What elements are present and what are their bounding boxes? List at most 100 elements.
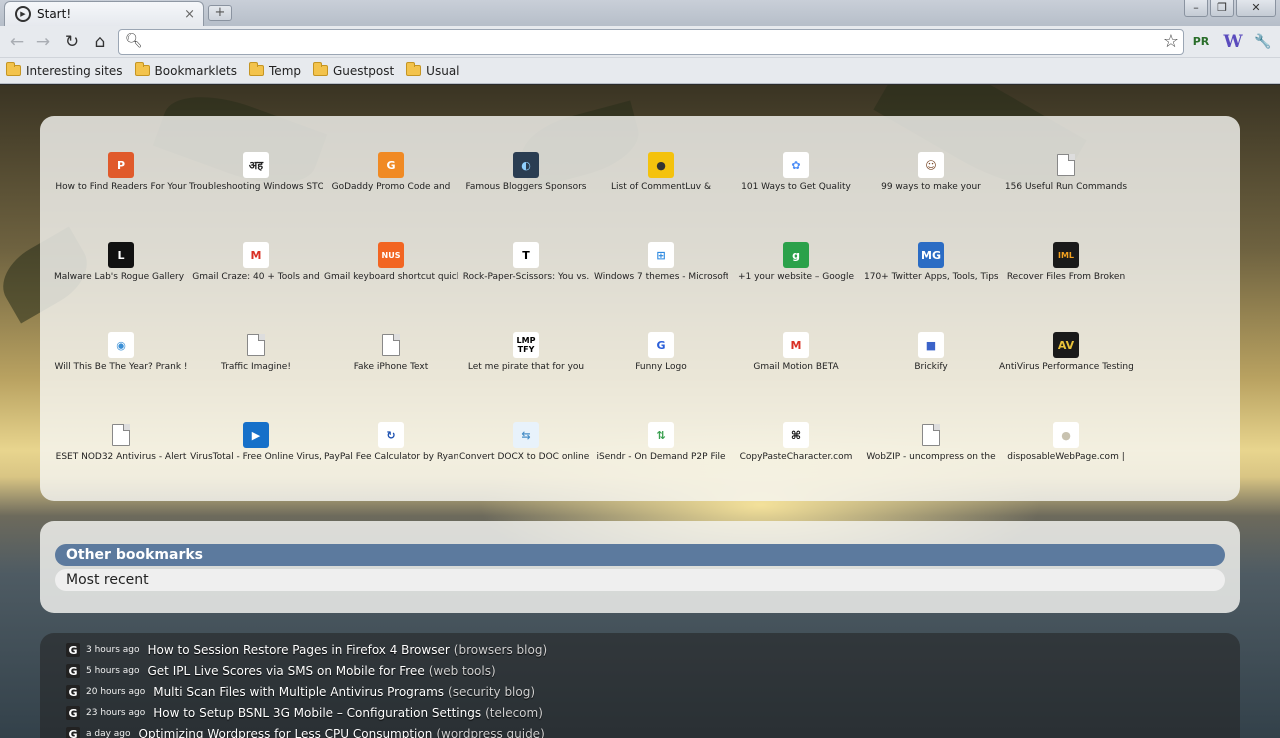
- feed-time: 20 hours ago: [86, 687, 146, 697]
- document-icon: [108, 422, 134, 448]
- most-visited-tile[interactable]: M Gmail Craze: 40 + Tools and: [189, 242, 323, 302]
- folder-icon: [406, 62, 422, 76]
- feed-title-link[interactable]: How to Setup BSNL 3G Mobile – Configurat…: [153, 706, 481, 720]
- tile-label: 170+ Twitter Apps, Tools, Tips: [864, 272, 998, 282]
- feed-item[interactable]: G 5 hours ago Get IPL Live Scores via SMS …: [66, 662, 496, 680]
- most-visited-tile[interactable]: ◐ Famous Bloggers Sponsors: [459, 152, 593, 212]
- tile-label: CopyPasteCharacter.com: [739, 452, 853, 462]
- most-visited-tile[interactable]: ✿ 101 Ways to Get Quality: [729, 152, 863, 212]
- most-visited-tile[interactable]: Fake iPhone Text: [324, 332, 458, 392]
- document-icon: [378, 332, 404, 358]
- restore-button[interactable]: ❐: [1210, 0, 1234, 17]
- w-extension-button[interactable]: W: [1222, 32, 1244, 52]
- new-tab-page: P How to Find Readers For Your अह Troublesh…: [0, 85, 1280, 738]
- minimize-button[interactable]: –: [1184, 0, 1208, 17]
- feed-item[interactable]: G 20 hours ago Multi Scan Files with Multi…: [66, 683, 535, 701]
- feed-category: (telecom): [485, 706, 543, 720]
- bookmark-folder[interactable]: Guestpost: [313, 62, 394, 78]
- most-visited-tile[interactable]: ⊞ Windows 7 themes - Microsoft: [594, 242, 728, 302]
- bookmark-folder[interactable]: Usual: [406, 62, 460, 78]
- feed-title-link[interactable]: Get IPL Live Scores via SMS on Mobile fo…: [148, 664, 425, 678]
- tile-label: Windows 7 themes - Microsoft: [594, 272, 728, 282]
- bookmark-folder-label: Temp: [269, 63, 301, 78]
- bookmark-folder-label: Interesting sites: [26, 63, 123, 78]
- new-tab-button[interactable]: +: [208, 5, 232, 21]
- most-visited-tile[interactable]: Traffic Imagine!: [189, 332, 323, 392]
- most-visited-tile[interactable]: अह Troubleshooting Windows STOP: [189, 152, 323, 212]
- most-visited-tile[interactable]: ▶ VirusTotal - Free Online Virus,: [189, 422, 323, 482]
- wrench-icon[interactable]: 🔧: [1252, 32, 1274, 52]
- tab-start[interactable]: ▶ Start! ×: [4, 1, 204, 26]
- feed-time: a day ago: [86, 729, 131, 738]
- tab-title: Start!: [37, 7, 72, 21]
- most-visited-tile[interactable]: ◉ Will This Be The Year? Prank !: [54, 332, 188, 392]
- bookmark-star-icon[interactable]: ☆: [1163, 31, 1179, 52]
- address-input[interactable]: [147, 32, 1147, 52]
- feed-item[interactable]: G 3 hours ago How to Session Restore Pages…: [66, 641, 547, 659]
- feed-title-link[interactable]: Multi Scan Files with Multiple Antivirus…: [153, 685, 444, 699]
- most-visited-tile[interactable]: M Gmail Motion BETA: [729, 332, 863, 392]
- close-window-button[interactable]: ✕: [1236, 0, 1276, 17]
- folder-icon: [6, 62, 21, 76]
- feed-category: (wordpress guide): [436, 727, 545, 738]
- bookmark-folder[interactable]: Temp: [249, 62, 301, 78]
- feed-title-link[interactable]: Optimizing Wordpress for Less CPU Consum…: [139, 727, 433, 738]
- feed-time: 3 hours ago: [86, 645, 140, 655]
- bookmark-folder[interactable]: Bookmarklets: [134, 62, 237, 78]
- most-visited-tile[interactable]: ⇆ Convert DOCX to DOC online |: [459, 422, 593, 482]
- home-button[interactable]: ⌂: [89, 32, 111, 52]
- most-visited-tile[interactable]: ☺ 99 ways to make your: [864, 152, 998, 212]
- tile-label: 156 Useful Run Commands: [1004, 182, 1128, 192]
- oval-logo-icon: ◉: [108, 332, 134, 358]
- bookmarks-bar: Interesting sites Bookmarklets Temp Guestpo…: [0, 58, 1280, 84]
- most-visited-tile[interactable]: AV AntiVirus Performance Testing: [999, 332, 1133, 392]
- reload-button[interactable]: ↻: [61, 32, 83, 52]
- bookmark-folder[interactable]: Interesting sites: [6, 62, 123, 78]
- most-visited-tile[interactable]: L Malware Lab's Rogue Gallery |: [54, 242, 188, 302]
- circle-p-icon: P: [108, 152, 134, 178]
- title-bar: ▶ Start! × + – ❐ ✕: [0, 0, 1280, 26]
- most-recent-tab[interactable]: Most recent: [55, 569, 1225, 591]
- feed-category: (browsers blog): [453, 643, 548, 657]
- feed-source-icon: G: [66, 643, 80, 657]
- av-icon: AV: [1053, 332, 1079, 358]
- most-visited-tile[interactable]: P How to Find Readers For Your: [54, 152, 188, 212]
- feed-item[interactable]: G 23 hours ago How to Setup BSNL 3G Mobile…: [66, 704, 543, 722]
- most-visited-tile[interactable]: T Rock-Paper-Scissors: You vs.: [459, 242, 593, 302]
- most-visited-tile[interactable]: ↻ PayPal Fee Calculator by Ryan: [324, 422, 458, 482]
- most-visited-tile[interactable]: ⌘ CopyPasteCharacter.com: [729, 422, 863, 482]
- most-visited-tile[interactable]: LMP TFY Let me pirate that for you: [459, 332, 593, 392]
- tile-label: iSendr - On Demand P2P File: [596, 452, 726, 462]
- most-visited-tile[interactable]: IML Recover Files From Broken: [999, 242, 1133, 302]
- feed-title-link[interactable]: How to Session Restore Pages in Firefox …: [148, 643, 450, 657]
- tab-close-icon[interactable]: ×: [184, 7, 195, 22]
- tile-label: Recover Files From Broken: [1006, 272, 1126, 282]
- most-visited-tile[interactable]: ● List of CommentLuv &: [594, 152, 728, 212]
- most-visited-tile[interactable]: g +1 your website – Google: [729, 242, 863, 302]
- most-visited-tile[interactable]: ⇅ iSendr - On Demand P2P File: [594, 422, 728, 482]
- most-visited-tile[interactable]: WobZIP - uncompress on the: [864, 422, 998, 482]
- folder-icon: [134, 62, 150, 76]
- tile-label: List of CommentLuv &: [611, 182, 711, 192]
- tile-label: +1 your website – Google: [737, 272, 855, 282]
- forward-button[interactable]: →: [32, 32, 54, 52]
- pagerank-extension-button[interactable]: PR: [1192, 32, 1210, 52]
- command-icon: ⌘: [783, 422, 809, 448]
- most-visited-tile[interactable]: ● disposableWebPage.com |: [999, 422, 1133, 482]
- tile-label: ESET NOD32 Antivirus - Alert: [55, 452, 187, 462]
- most-visited-tile[interactable]: G GoDaddy Promo Code and: [324, 152, 458, 212]
- arrows-icon: ⇅: [648, 422, 674, 448]
- tile-label: Troubleshooting Windows STOP: [189, 182, 323, 192]
- feed-item[interactable]: Ga day ago Optimizing Wordpress for Less …: [66, 725, 545, 738]
- play-icon: ▶: [15, 6, 31, 22]
- most-visited-tile[interactable]: NUS Gmail keyboard shortcut quick: [324, 242, 458, 302]
- most-visited-tile[interactable]: ESET NOD32 Antivirus - Alert: [54, 422, 188, 482]
- omnibox[interactable]: 🔍︎ ☆: [118, 29, 1184, 55]
- most-visited-tile[interactable]: MG 170+ Twitter Apps, Tools, Tips: [864, 242, 998, 302]
- most-visited-tile[interactable]: ■ Brickify: [864, 332, 998, 392]
- feed-category: (security blog): [448, 685, 536, 699]
- most-visited-tile[interactable]: G Funny Logo: [594, 332, 728, 392]
- back-button[interactable]: ←: [6, 32, 28, 52]
- most-visited-tile[interactable]: 156 Useful Run Commands: [999, 152, 1133, 212]
- other-bookmarks-tab[interactable]: Other bookmarks: [55, 544, 1225, 566]
